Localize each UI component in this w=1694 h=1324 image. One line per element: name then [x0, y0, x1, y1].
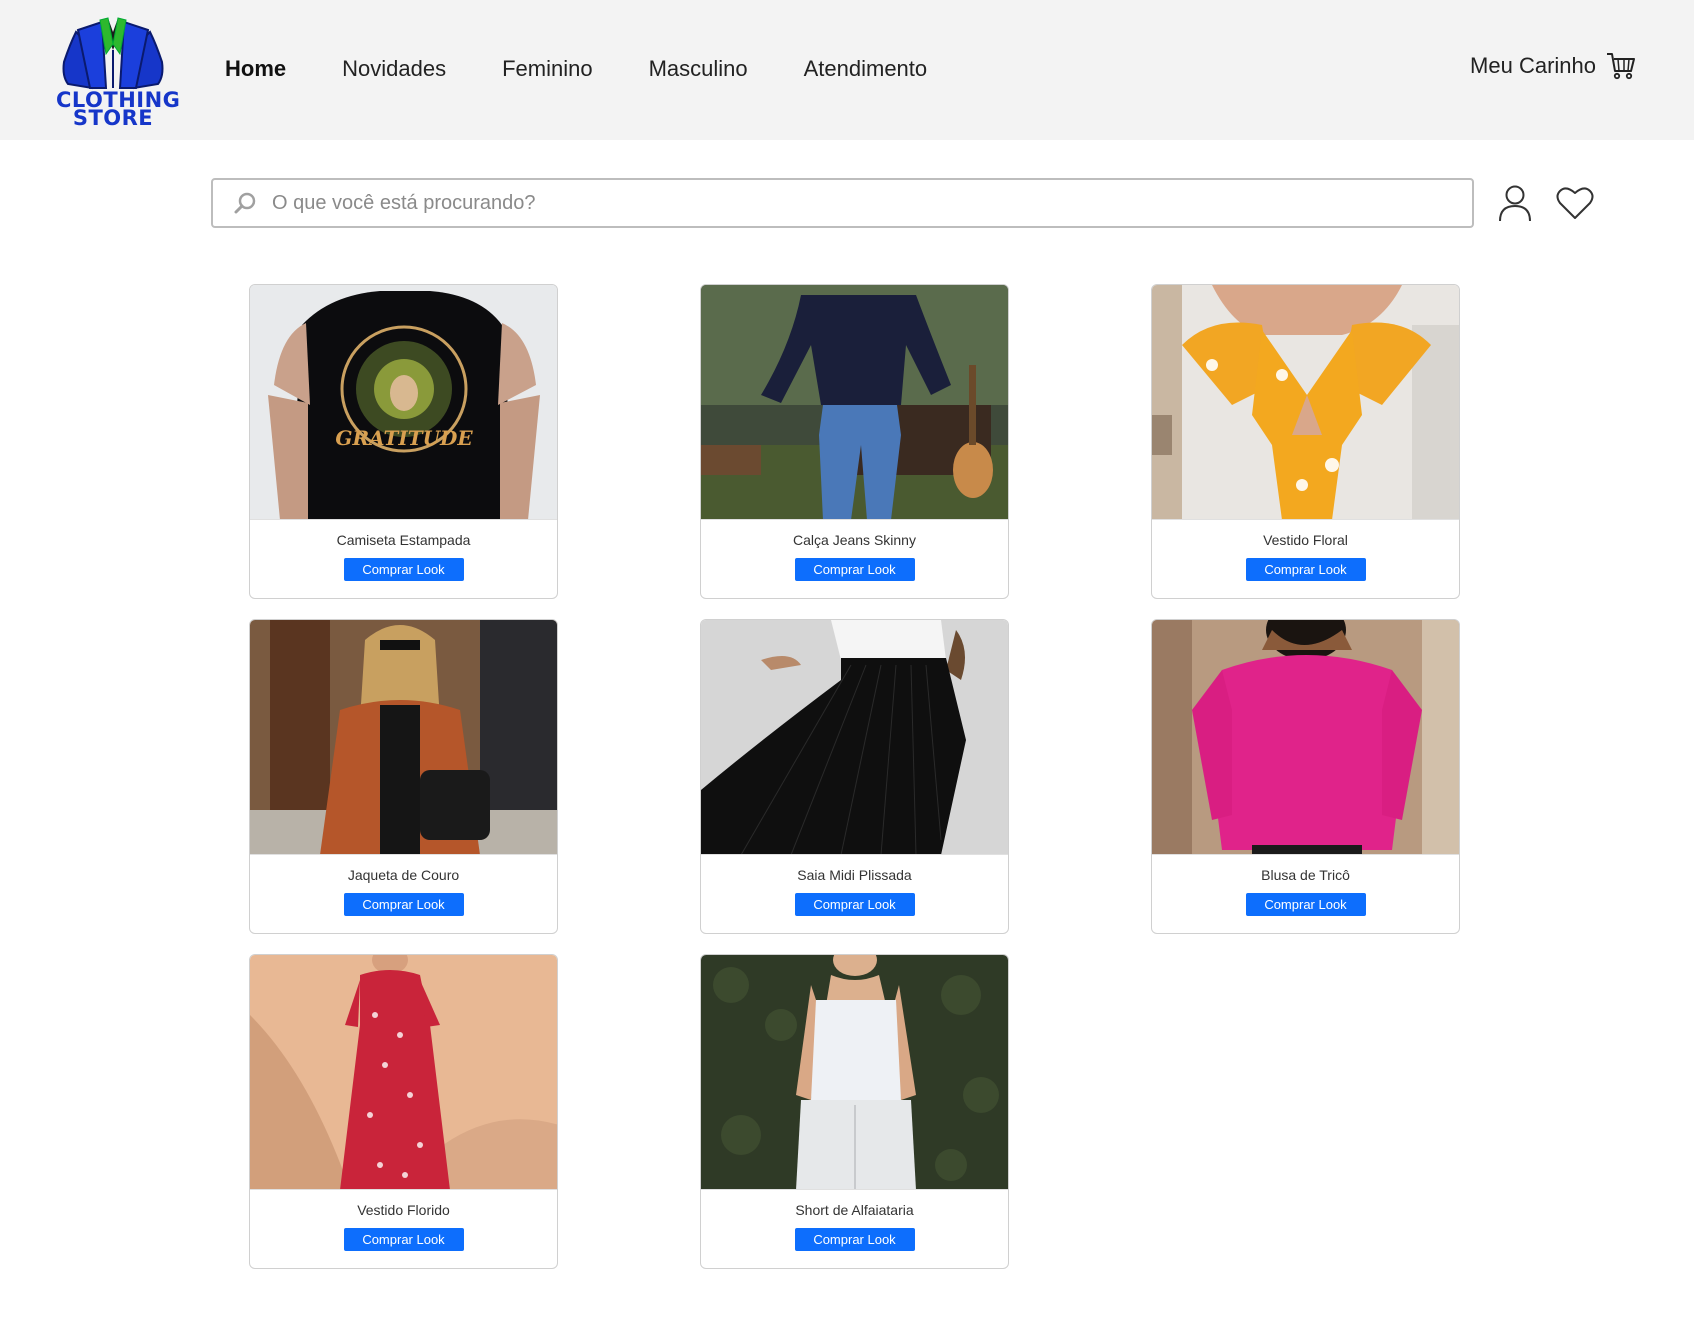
product-card[interactable]: Vestido Florido Comprar Look [249, 954, 558, 1269]
product-name: Saia Midi Plissada [797, 867, 912, 883]
nav-item-atendimento[interactable]: Atendimento [804, 56, 928, 82]
buy-look-button[interactable]: Comprar Look [794, 558, 915, 581]
nav-item-home[interactable]: Home [225, 56, 286, 82]
shopping-cart-icon [1607, 53, 1635, 80]
product-image-camiseta[interactable]: GRATITUDE [250, 285, 557, 520]
product-card[interactable]: Saia Midi Plissada Comprar Look [700, 619, 1009, 934]
product-image-vestido-florido[interactable] [250, 955, 557, 1190]
user-account-icon[interactable] [1498, 184, 1532, 222]
product-image-vestido-floral[interactable] [1152, 285, 1459, 520]
buy-look-button[interactable]: Comprar Look [794, 1228, 915, 1251]
buy-look-button[interactable]: Comprar Look [343, 558, 464, 581]
cart-link[interactable]: Meu Carinho [1470, 52, 1636, 80]
nav-item-novidades[interactable]: Novidades [342, 56, 446, 82]
product-name: Vestido Floral [1263, 532, 1348, 548]
logo-text-line2: STORE [72, 106, 154, 130]
main-nav: Home Novidades Feminino Masculino Atendi… [225, 56, 927, 82]
buy-look-button[interactable]: Comprar Look [794, 893, 915, 916]
product-name: Camiseta Estampada [336, 532, 471, 548]
product-card[interactable]: Vestido Floral Comprar Look [1151, 284, 1460, 599]
product-image-blusa-trico[interactable] [1152, 620, 1459, 855]
buy-look-button[interactable]: Comprar Look [343, 893, 464, 916]
product-card[interactable]: GRATITUDE Camiseta Estampada Comprar Loo… [249, 284, 558, 599]
search-bar [211, 178, 1474, 228]
site-header: CLOTHING STORE Home Novidades Feminino M… [0, 0, 1694, 140]
jacket-logo-icon [62, 17, 164, 90]
product-name: Vestido Florido [357, 1202, 450, 1218]
product-card[interactable]: Short de Alfaiataria Comprar Look [700, 954, 1009, 1269]
buy-look-button[interactable]: Comprar Look [343, 1228, 464, 1251]
product-image-saia-midi[interactable] [701, 620, 1008, 855]
buy-look-button[interactable]: Comprar Look [1245, 893, 1366, 916]
product-name: Jaqueta de Couro [347, 867, 460, 883]
product-grid: GRATITUDE Camiseta Estampada Comprar Loo… [249, 284, 1460, 1269]
product-image-short-alfaiataria[interactable] [701, 955, 1008, 1190]
product-card[interactable]: Blusa de Tricô Comprar Look [1151, 619, 1460, 934]
search-icon[interactable] [232, 190, 258, 216]
nav-item-feminino[interactable]: Feminino [502, 56, 592, 82]
nav-item-masculino[interactable]: Masculino [649, 56, 748, 82]
favorites-heart-icon[interactable] [1556, 186, 1594, 220]
cart-label: Meu Carinho [1470, 53, 1596, 78]
svg-text:GRATITUDE: GRATITUDE [335, 426, 473, 450]
product-name: Short de Alfaiataria [795, 1202, 914, 1218]
search-input[interactable] [272, 191, 1422, 215]
product-card[interactable]: Jaqueta de Couro Comprar Look [249, 619, 558, 934]
product-card[interactable]: Calça Jeans Skinny Comprar Look [700, 284, 1009, 599]
product-image-jaqueta-couro[interactable] [250, 620, 557, 855]
buy-look-button[interactable]: Comprar Look [1245, 558, 1366, 581]
product-name: Calça Jeans Skinny [793, 532, 916, 548]
product-name: Blusa de Tricô [1261, 867, 1350, 883]
product-image-calca-jeans[interactable] [701, 285, 1008, 520]
store-logo[interactable]: CLOTHING STORE [56, 14, 180, 130]
